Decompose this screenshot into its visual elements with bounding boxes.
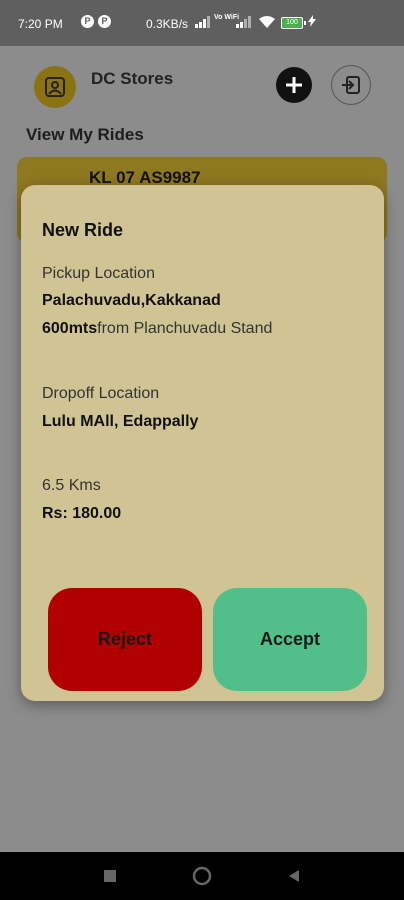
wifi-icon (258, 15, 276, 32)
ride-distance: 6.5 Kms (42, 477, 101, 494)
store-avatar-icon[interactable] (34, 66, 76, 108)
reject-button[interactable]: Reject (48, 588, 202, 691)
back-triangle-icon[interactable] (274, 852, 314, 900)
dropoff-name: Lulu MAll, Edappally (42, 413, 199, 430)
status-time: 7:20 PM (18, 17, 63, 31)
signal-icon (236, 16, 252, 28)
pickup-distance: 600mts (42, 320, 98, 337)
logout-icon (342, 76, 360, 94)
plus-icon (286, 77, 302, 93)
battery-icon: 100 (281, 17, 306, 29)
recents-square-icon[interactable] (90, 852, 130, 900)
dialog-title: New Ride (42, 220, 124, 240)
notification-p-icon: P (98, 15, 111, 28)
accept-button[interactable]: Accept (213, 588, 367, 691)
notification-p-icon: P (81, 15, 94, 28)
charging-icon (308, 15, 316, 30)
pickup-name: Palachuvadu,Kakkanad (42, 292, 221, 309)
pickup-label: Pickup Location (42, 265, 155, 282)
logout-button[interactable] (331, 65, 371, 105)
pickup-detail: 600mtsfrom Planchuvadu Stand (42, 320, 272, 338)
system-nav-bar (0, 852, 404, 900)
status-bar: 7:20 PM P P 0.3KB/s Vo WiFi 100 (0, 0, 404, 46)
add-ride-button[interactable] (276, 67, 312, 103)
signal-icon (195, 16, 211, 28)
dropoff-label: Dropoff Location (42, 385, 160, 402)
network-speed: 0.3KB/s (146, 17, 189, 31)
pickup-landmark: from Planchuvadu Stand (97, 320, 273, 337)
store-name: DC Stores (91, 69, 174, 88)
section-title: View My Rides (26, 125, 144, 144)
new-ride-dialog: New Ride Pickup Location Palachuvadu,Kak… (21, 185, 384, 701)
home-circle-icon[interactable] (182, 852, 222, 900)
ride-fare: Rs: 180.00 (42, 505, 122, 522)
